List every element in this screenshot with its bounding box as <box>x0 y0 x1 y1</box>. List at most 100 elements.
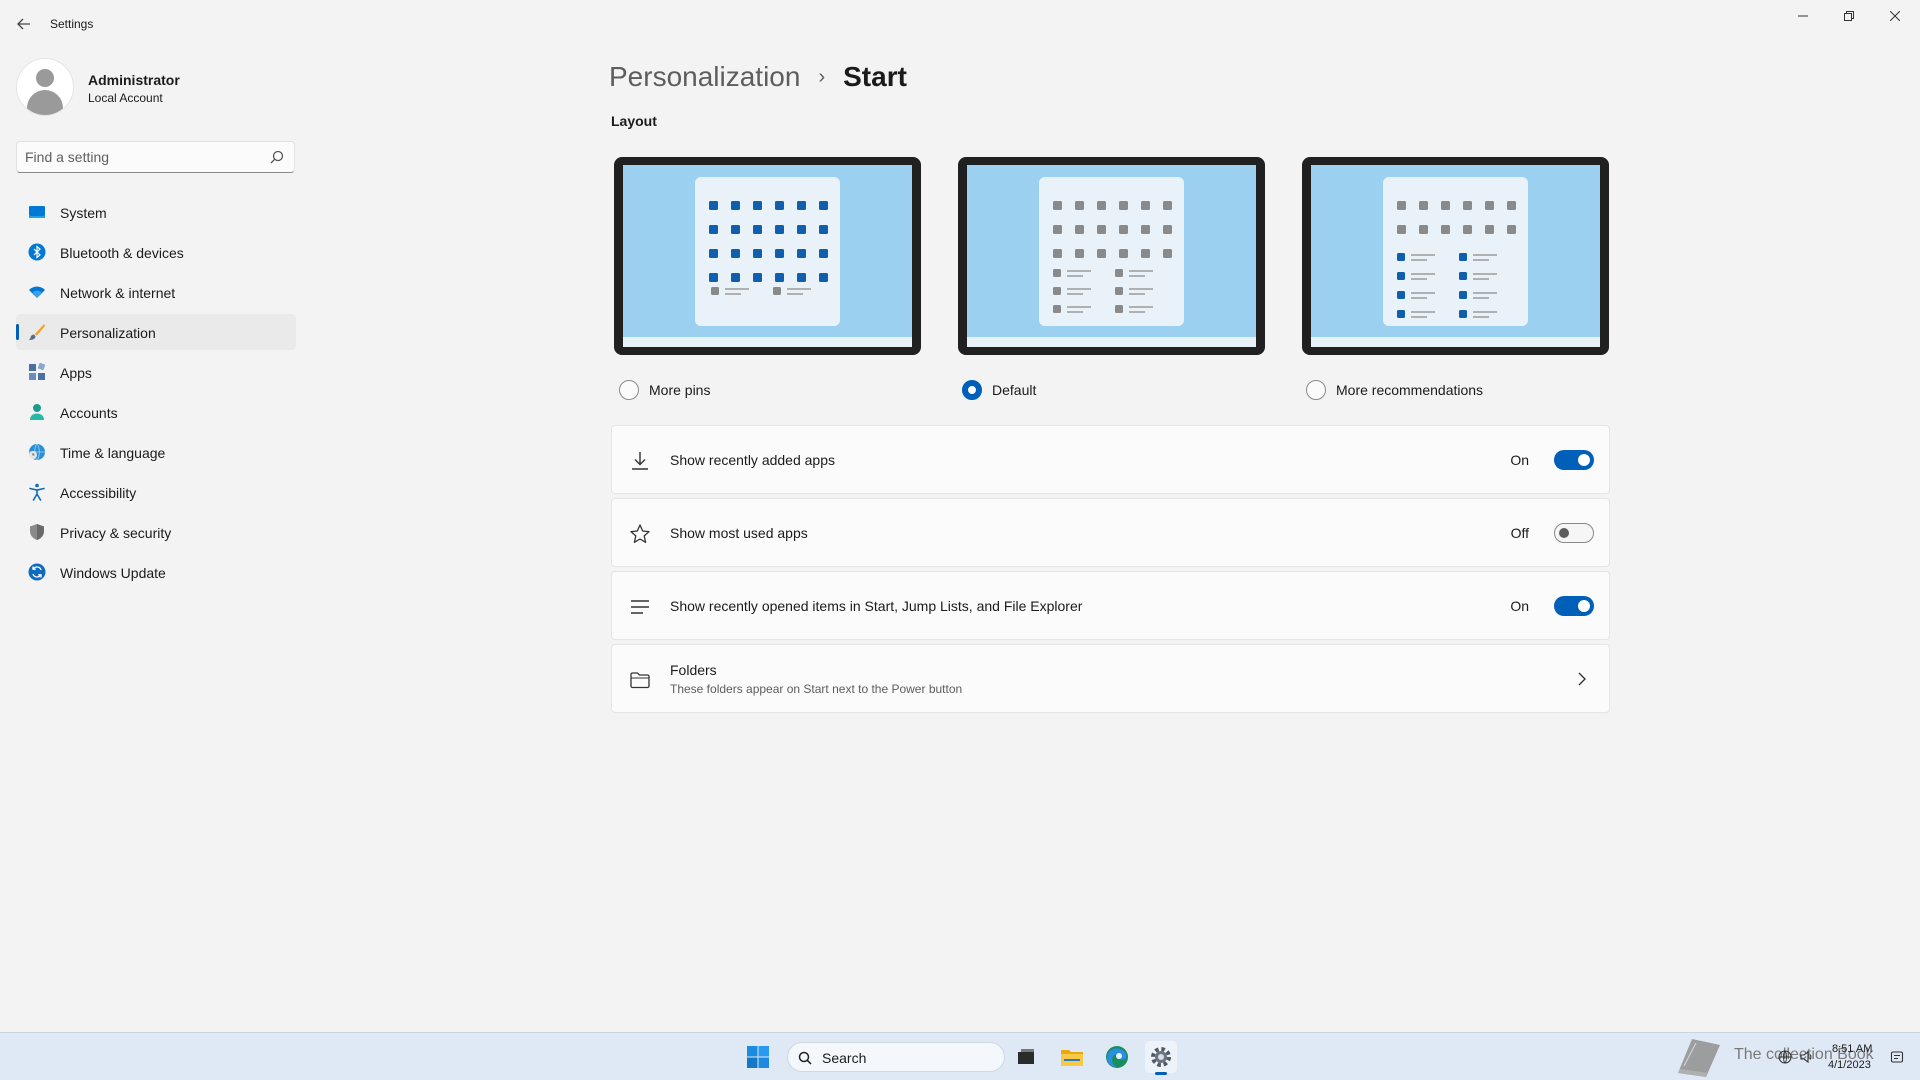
sidebar-item-network[interactable]: Network & internet <box>16 274 296 310</box>
apps-icon <box>29 363 46 380</box>
breadcrumb-separator: › <box>818 65 826 88</box>
close-button[interactable] <box>1872 0 1918 32</box>
notification-icon[interactable] <box>1890 1050 1904 1064</box>
radio-label: Default <box>992 382 1037 398</box>
layout-preview-more-recommendations[interactable] <box>1302 157 1609 355</box>
sidebar-item-label: Accounts <box>60 405 118 421</box>
layout-section-label: Layout <box>611 113 657 129</box>
restore-button[interactable] <box>1826 0 1872 32</box>
file-explorer-button[interactable] <box>1056 1041 1088 1073</box>
close-icon <box>1890 11 1900 21</box>
clock-date[interactable]: 4/1/2023 <box>1828 1059 1871 1071</box>
profile-account-type: Local Account <box>88 91 163 105</box>
avatar <box>16 58 74 116</box>
page-title: Start <box>843 61 907 92</box>
chevron-right-icon[interactable] <box>1577 671 1587 687</box>
edge-button[interactable] <box>1101 1041 1133 1073</box>
volume-tray-icon[interactable] <box>1800 1050 1814 1064</box>
setting-folders[interactable]: Folders These folders appear on Start ne… <box>611 644 1610 713</box>
minimize-icon <box>1798 15 1808 17</box>
clock-time[interactable]: 8:51 AM <box>1832 1043 1872 1055</box>
profile-name: Administrator <box>88 72 180 88</box>
edge-icon <box>1106 1046 1128 1068</box>
recently-added-apps-toggle[interactable] <box>1554 450 1594 470</box>
sidebar-item-privacy[interactable]: Privacy & security <box>16 514 296 550</box>
layout-option-more-pins[interactable]: More pins <box>619 380 710 400</box>
sidebar-item-label: Personalization <box>60 325 156 341</box>
wifi-icon <box>29 286 45 298</box>
book-watermark-icon <box>1678 1039 1720 1077</box>
system-tray: The collection Book 8:51 AM 4/1/2023 <box>1664 1033 1920 1080</box>
toggle-state-label: On <box>1510 598 1529 614</box>
setting-show-recently-opened-items: Show recently opened items in Start, Jum… <box>611 571 1610 640</box>
minimize-button[interactable] <box>1780 0 1826 32</box>
app-title: Settings <box>50 17 94 31</box>
user-profile[interactable]: Administrator Local Account <box>16 58 296 118</box>
download-icon <box>632 452 648 470</box>
search-icon[interactable] <box>270 150 284 164</box>
setting-label: Show most used apps <box>670 525 808 541</box>
preview-screen <box>967 165 1256 347</box>
breadcrumb-parent[interactable]: Personalization <box>609 61 800 93</box>
most-used-apps-toggle[interactable] <box>1554 523 1594 543</box>
radio-label: More recommendations <box>1336 382 1484 398</box>
monitor-icon <box>29 206 45 218</box>
radio-default[interactable] <box>962 380 982 400</box>
folder-icon <box>630 672 650 689</box>
radio-more-recommendations[interactable] <box>1306 380 1326 400</box>
star-icon <box>630 524 650 543</box>
back-arrow-icon <box>17 18 30 30</box>
setting-show-recently-added-apps: Show recently added apps On <box>611 425 1610 494</box>
start-menu-preview-more-pins <box>695 177 840 326</box>
setting-label: Folders <box>670 662 717 678</box>
toggle-state-label: On <box>1510 452 1529 468</box>
taskbar: Search The collection Book 8:51 AM 4/1/2… <box>0 1032 1920 1080</box>
sidebar-item-label: Windows Update <box>60 565 166 581</box>
layout-preview-default[interactable] <box>958 157 1265 355</box>
taskbar-search[interactable]: Search <box>787 1042 1005 1072</box>
sidebar-item-system[interactable]: System <box>16 194 296 230</box>
sidebar-item-apps[interactable]: Apps <box>16 354 296 390</box>
task-view-button[interactable] <box>1010 1041 1042 1073</box>
list-icon <box>631 600 649 614</box>
sidebar-item-bluetooth[interactable]: Bluetooth & devices <box>16 234 296 270</box>
taskbar-search-label: Search <box>822 1050 867 1066</box>
radio-more-pins[interactable] <box>619 380 639 400</box>
preview-screen <box>1311 165 1600 347</box>
toggle-state-label: Off <box>1510 525 1529 541</box>
start-menu-preview-default <box>1039 177 1184 326</box>
sidebar-item-windows-update[interactable]: Windows Update <box>16 554 296 590</box>
brush-icon <box>29 324 45 340</box>
radio-label: More pins <box>649 382 711 398</box>
person-icon <box>30 404 44 420</box>
back-button[interactable] <box>10 10 38 38</box>
setting-label: Show recently opened items in Start, Jum… <box>670 598 1083 614</box>
setting-label: Show recently added apps <box>670 452 835 468</box>
settings-search[interactable] <box>16 141 295 173</box>
sidebar-item-label: System <box>60 205 107 221</box>
sidebar-item-accessibility[interactable]: Accessibility <box>16 474 296 510</box>
restore-icon <box>1844 11 1854 21</box>
start-menu-preview-more-recommendations <box>1383 177 1528 326</box>
sidebar-item-label: Bluetooth & devices <box>60 245 184 261</box>
sidebar-item-label: Network & internet <box>60 285 176 301</box>
network-tray-icon[interactable] <box>1778 1050 1792 1064</box>
sidebar-item-time-language[interactable]: Time & language <box>16 434 296 470</box>
breadcrumb: Personalization › Start <box>609 57 907 97</box>
layout-option-default[interactable]: Default <box>962 380 1036 400</box>
recently-opened-items-toggle[interactable] <box>1554 596 1594 616</box>
settings-window: Settings Administrator Local Account Sys… <box>0 0 1920 1032</box>
task-view-icon <box>1018 1049 1034 1064</box>
sidebar-item-personalization[interactable]: Personalization <box>16 314 296 350</box>
start-icon[interactable] <box>746 1045 770 1069</box>
title-bar: Settings <box>0 0 1920 48</box>
sidebar-item-accounts[interactable]: Accounts <box>16 394 296 430</box>
search-input[interactable] <box>25 148 255 166</box>
layout-preview-more-pins[interactable] <box>614 157 921 355</box>
settings-app-button[interactable] <box>1145 1041 1177 1075</box>
setting-show-most-used-apps: Show most used apps Off <box>611 498 1610 567</box>
file-explorer-icon <box>1061 1050 1083 1066</box>
sidebar-nav: System Bluetooth & devices Network & int… <box>16 194 296 594</box>
layout-option-more-recommendations[interactable]: More recommendations <box>1306 380 1483 400</box>
search-icon <box>798 1051 812 1065</box>
